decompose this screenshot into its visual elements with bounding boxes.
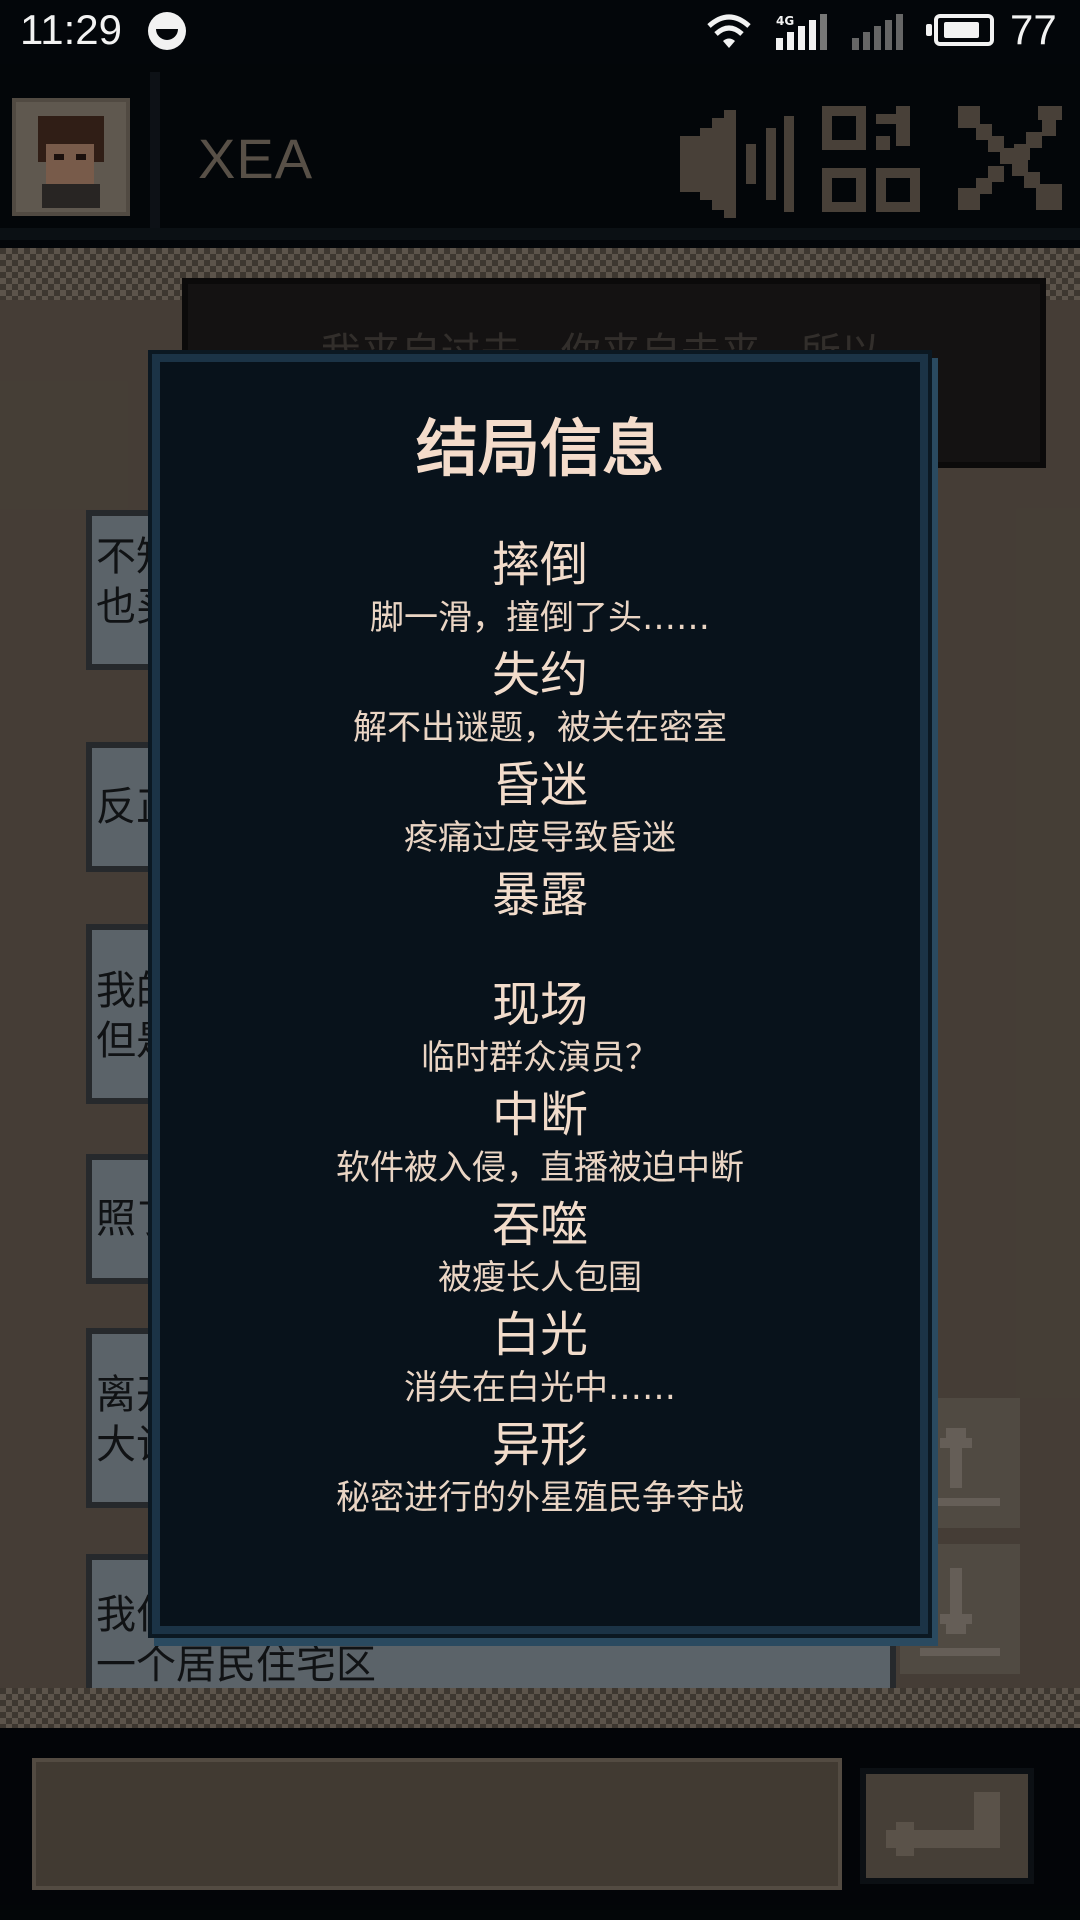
ending-name: 失约: [491, 647, 588, 703]
ending-name: 暴露: [491, 867, 588, 923]
ending-description: [160, 926, 920, 970]
network-type-label: 4G: [776, 14, 795, 28]
ending-description: 秘密进行的外星殖民争夺战: [336, 1478, 744, 1518]
status-time: 11:29: [20, 6, 122, 53]
notification-smiley-icon: [148, 12, 186, 50]
wifi-icon: [707, 14, 751, 48]
battery-fill: [944, 22, 980, 38]
ending-name: 异形: [491, 1417, 588, 1473]
ending-item: 吞噬 被瘦长人包围: [160, 1194, 920, 1304]
ending-name: 现场: [491, 977, 588, 1033]
ending-description: 被瘦长人包围: [438, 1258, 642, 1298]
ending-item: 中断 软件被入侵，直播被迫中断: [160, 1084, 920, 1194]
ending-name: 吞噬: [491, 1197, 588, 1253]
battery-level: 77: [1010, 6, 1057, 53]
ending-item: 失约 解不出谜题，被关在密室: [160, 644, 920, 754]
ending-item: 现场 临时群众演员？: [160, 974, 920, 1084]
ending-description: 解不出谜题，被关在密室: [353, 708, 727, 748]
battery-icon: [926, 14, 994, 46]
ending-name: 白光: [491, 1307, 588, 1363]
ending-description: 疼痛过度导致昏迷: [404, 818, 676, 858]
ending-item: 摔倒 脚一滑，撞倒了头……: [160, 534, 920, 644]
ending-item: 白光 消失在白光中……: [160, 1304, 920, 1414]
ending-item: 暴露: [160, 864, 920, 974]
dialog-title: 结局信息: [415, 412, 664, 485]
ending-item: 异形 秘密进行的外星殖民争夺战: [160, 1414, 920, 1524]
ending-description: 脚一滑，撞倒了头……: [370, 598, 710, 638]
ending-name: 摔倒: [491, 537, 588, 593]
ending-name: 昏迷: [491, 757, 588, 813]
ending-description: 消失在白光中……: [404, 1368, 676, 1408]
ending-name: 中断: [491, 1087, 588, 1143]
signal-strength-sim2-icon: [852, 14, 903, 50]
ending-description: 临时群众演员？: [421, 1038, 659, 1078]
endings-list: 摔倒 脚一滑，撞倒了头…… 失约 解不出谜题，被关在密室 昏迷 疼痛过度导致昏迷…: [160, 534, 920, 1524]
status-bar: 11:29 4G 77: [0, 0, 1080, 64]
ending-description: 软件被入侵，直播被迫中断: [336, 1148, 744, 1188]
ending-item: 昏迷 疼痛过度导致昏迷: [160, 754, 920, 864]
endings-dialog: 结局信息 摔倒 脚一滑，撞倒了头…… 失约 解不出谜题，被关在密室 昏迷 疼痛过…: [152, 354, 928, 1634]
